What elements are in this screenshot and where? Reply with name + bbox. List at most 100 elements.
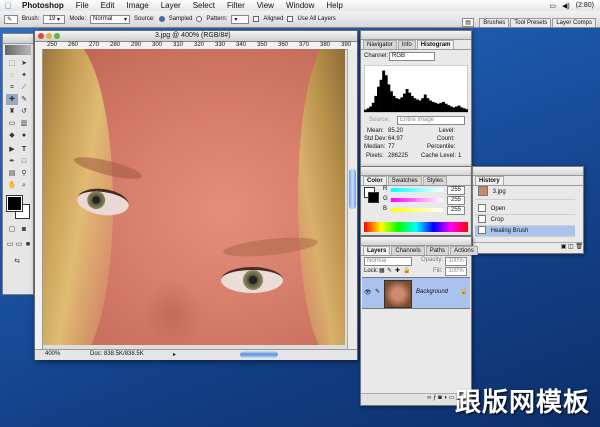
zoom-level[interactable]: 400% — [45, 351, 60, 357]
canvas-image[interactable] — [43, 49, 345, 345]
lock-all-icon[interactable]: 🔒 — [403, 267, 410, 274]
mode-select[interactable]: Normal ▾ — [90, 14, 131, 24]
standard-mode-icon[interactable]: ▢ — [6, 224, 18, 235]
well-tab-layer-comps[interactable]: Layer Comps — [552, 17, 596, 27]
zoom-window-icon[interactable] — [54, 33, 60, 39]
adjustment-layer-icon[interactable]: ◑ — [443, 395, 447, 401]
link-layers-icon[interactable]: ∞ — [427, 395, 431, 401]
menu-app-name[interactable]: Photoshop — [16, 1, 70, 10]
menu-help[interactable]: Help — [320, 1, 348, 10]
menu-layer[interactable]: Layer — [155, 1, 187, 10]
menu-image[interactable]: Image — [120, 1, 154, 10]
new-snapshot-icon[interactable]: ◫ — [568, 244, 574, 250]
hand-tool-icon[interactable]: ✋ — [6, 180, 18, 191]
move-tool-icon[interactable]: ➤ — [18, 58, 30, 69]
healing-brush-tool-icon[interactable]: ✚ — [6, 94, 18, 105]
new-group-icon[interactable]: ▭ — [449, 395, 455, 401]
eraser-tool-icon[interactable]: ▭ — [6, 118, 18, 129]
notes-tool-icon[interactable]: ▤ — [6, 168, 18, 179]
red-channel-slider[interactable] — [391, 188, 443, 192]
tab-channels[interactable]: Channels — [391, 246, 425, 255]
marquee-tool-icon[interactable]: ⬚ — [6, 58, 18, 69]
brush-tool-icon[interactable]: ✎ — [18, 94, 30, 105]
stamp-tool-icon[interactable]: ♜ — [6, 106, 18, 117]
menu-view[interactable]: View — [251, 1, 280, 10]
pattern-radio[interactable] — [196, 16, 203, 22]
blue-channel-slider[interactable] — [391, 208, 443, 212]
vertical-scrollbar[interactable] — [347, 49, 357, 349]
pen-tool-icon[interactable]: ✒ — [6, 156, 18, 167]
layer-style-icon[interactable]: ƒ — [433, 395, 436, 401]
layers-palette-title-bar[interactable] — [361, 237, 471, 246]
tab-layers[interactable]: Layers — [363, 246, 391, 255]
lock-image-icon[interactable]: ✎ — [387, 267, 392, 274]
blue-channel-value[interactable]: 255 — [447, 206, 465, 215]
gradient-tool-icon[interactable]: ▥ — [18, 118, 30, 129]
tab-navigator[interactable]: Navigator — [363, 40, 397, 49]
menu-filter[interactable]: Filter — [221, 1, 251, 10]
tab-history[interactable]: History — [475, 176, 504, 185]
lock-position-icon[interactable]: ✚ — [395, 267, 400, 274]
new-document-from-state-icon[interactable]: ▣ — [561, 244, 567, 250]
well-tab-tool-presets[interactable]: Tool Presets — [510, 17, 552, 27]
jump-to-imageready-icon[interactable]: ⇆ — [11, 256, 23, 267]
aligned-checkbox[interactable] — [253, 16, 260, 22]
layer-mask-icon[interactable]: ◙ — [438, 395, 442, 401]
history-palette-title-bar[interactable] — [473, 167, 583, 176]
apple-icon[interactable]:  — [0, 1, 16, 11]
tab-styles[interactable]: Styles — [422, 176, 448, 185]
channel-select[interactable]: RGB — [389, 52, 435, 61]
screen-mode-full-icon[interactable]: ■ — [22, 239, 34, 250]
layer-visibility-eye-icon[interactable]: 👁 — [364, 289, 372, 296]
horizontal-scroll-thumb[interactable] — [240, 351, 278, 358]
history-step-healing-brush[interactable]: Healing Brush — [475, 226, 575, 237]
close-window-icon[interactable] — [38, 33, 44, 39]
vertical-ruler[interactable] — [35, 49, 43, 349]
vertical-scroll-thumb[interactable] — [349, 169, 356, 209]
blend-mode-select[interactable]: Normal — [364, 257, 412, 266]
use-all-layers-checkbox[interactable] — [287, 16, 294, 22]
sampled-radio[interactable] — [158, 16, 165, 22]
source-select[interactable]: Entire Image — [397, 116, 465, 125]
tab-swatches[interactable]: Swatches — [387, 176, 422, 185]
tab-histogram[interactable]: Histogram — [416, 40, 455, 49]
path-select-tool-icon[interactable]: ▶ — [6, 144, 18, 155]
lock-transparent-icon[interactable]: ▦ — [379, 267, 385, 274]
color-palette-title-bar[interactable] — [361, 167, 471, 176]
file-browser-icon[interactable]: ▤ — [462, 17, 475, 27]
color-background-swatch[interactable] — [368, 192, 379, 203]
menu-edit[interactable]: Edit — [95, 1, 121, 10]
tab-paths[interactable]: Paths — [425, 246, 450, 255]
history-step-open[interactable]: Open — [475, 204, 575, 215]
zoom-tool-icon[interactable]: ⌕ — [18, 180, 30, 191]
green-channel-value[interactable]: 255 — [447, 196, 465, 205]
dodge-tool-icon[interactable]: ● — [18, 130, 30, 141]
tab-actions[interactable]: Actions — [450, 246, 478, 255]
type-tool-icon[interactable]: T — [18, 144, 30, 155]
fill-field[interactable]: 100% — [445, 267, 467, 276]
crop-tool-icon[interactable]: ⌗ — [6, 82, 18, 93]
history-brush-tool-icon[interactable]: ↺ — [18, 106, 30, 117]
blur-tool-icon[interactable]: ◆ — [6, 130, 18, 141]
pattern-picker[interactable]: ▾ — [231, 14, 250, 24]
menu-window[interactable]: Window — [280, 1, 320, 10]
layer-row-background[interactable]: 👁 ✎ Background 🔒 — [362, 277, 470, 309]
eyedropper-tool-icon[interactable]: ⚲ — [18, 168, 30, 179]
document-title-bar[interactable]: 3.jpg @ 400% (RGB/8#) — [35, 31, 357, 42]
shape-tool-icon[interactable]: □ — [18, 156, 30, 167]
foreground-color-swatch[interactable] — [6, 195, 23, 212]
opacity-field[interactable]: 100% — [445, 257, 467, 266]
history-step-crop[interactable]: Crop — [475, 215, 575, 226]
red-channel-value[interactable]: 255 — [447, 186, 465, 195]
delete-state-icon[interactable]: 🗑 — [575, 244, 583, 250]
green-channel-slider[interactable] — [391, 198, 443, 202]
menu-file[interactable]: File — [70, 1, 95, 10]
brush-picker[interactable]: 19 ▾ — [43, 14, 66, 24]
minimize-window-icon[interactable] — [46, 33, 52, 39]
histogram-palette-title-bar[interactable] — [361, 31, 471, 40]
quick-mask-mode-icon[interactable]: ◙ — [18, 224, 30, 235]
display-icon[interactable]: ▭ — [549, 2, 556, 10]
history-snapshot[interactable]: 3.jpg — [475, 186, 575, 200]
tab-info[interactable]: Info — [397, 40, 416, 49]
color-spectrum-ramp[interactable] — [364, 222, 468, 232]
